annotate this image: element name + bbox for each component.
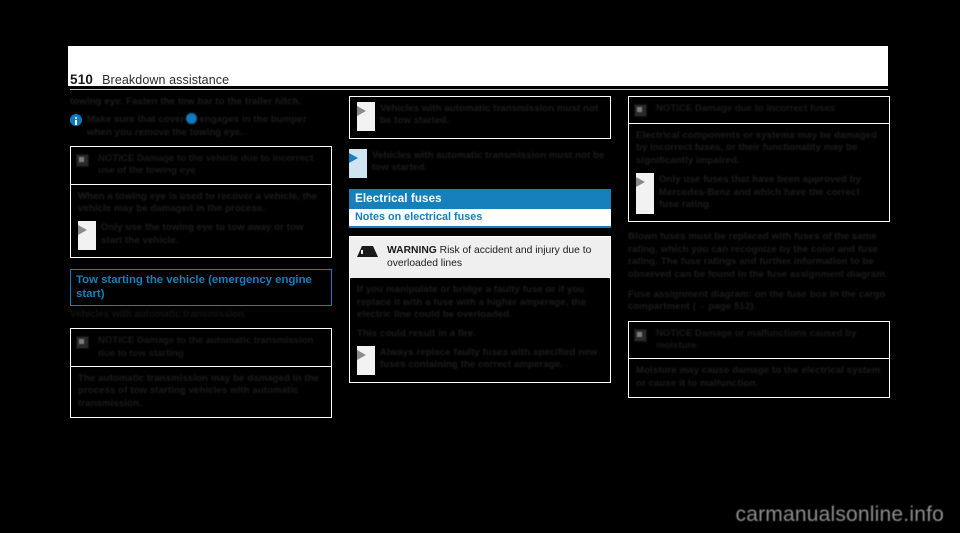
notice-body: Vehicles with automatic transmission mus… — [350, 97, 610, 138]
notice-icon — [634, 328, 647, 342]
site-watermark: carmanualsonline.info — [735, 503, 944, 526]
warning-box: WARNING Risk of accident and injury due … — [349, 235, 611, 383]
notice-header: NOTICE Damage to the vehicle due to inco… — [71, 147, 331, 185]
notice-header: NOTICE Damage or malfunctions caused by … — [629, 322, 889, 360]
notice-continued: Vehicles with automatic transmission mus… — [349, 96, 611, 139]
bullet-marker-pad — [356, 102, 376, 131]
notice-icon — [634, 104, 647, 117]
warning-triangle-icon — [357, 245, 378, 257]
continued-paragraph: towing eye. Fasten the tow bar to the tr… — [70, 96, 302, 107]
triangle-bullet-icon — [356, 350, 376, 361]
triangle-bullet-icon — [356, 106, 376, 116]
notice-label: NOTICE — [656, 103, 693, 114]
notice-title: NOTICE Damage to the vehicle due to inco… — [98, 153, 324, 177]
notice-towing-eye: NOTICE Damage to the vehicle due to inco… — [70, 146, 332, 259]
notice-title: NOTICE Damage to the automatic transmiss… — [98, 335, 324, 359]
notice-bullet-text: Vehicles with automatic transmission mus… — [380, 103, 599, 127]
triangle-bullet-icon — [348, 152, 368, 163]
triangle-bullet-icon — [77, 225, 97, 236]
warning-label: WARNING — [387, 244, 437, 256]
notice-body-text: The automatic transmission may be damage… — [78, 372, 319, 409]
middle-column: Vehicles with automatic transmission mus… — [348, 96, 611, 476]
subheading-automatic-transmission: Vehicles with automatic transmission — [70, 309, 245, 321]
subheading-notes-on-fuses: Notes on electrical fuses — [349, 208, 611, 228]
notice-body: Electrical components or systems may be … — [629, 124, 889, 221]
paragraph-blown-fuses: Blown fuses must be replaced with fuses … — [628, 231, 888, 280]
bullet-marker-pad — [77, 221, 97, 251]
triangle-bullet-icon — [635, 177, 655, 188]
notice-bullet-text: Only use the towing eye to tow away or t… — [101, 222, 304, 246]
notice-header: NOTICE Damage to the automatic transmiss… — [71, 329, 331, 367]
warning-body-text-1: If you manipulate or bridge a faulty fus… — [357, 284, 586, 321]
warning-title: WARNING Risk of accident and injury due … — [387, 244, 602, 271]
notice-bullet-row: Vehicles with automatic transmission mus… — [356, 102, 603, 131]
notice-body-text: Electrical components or systems may be … — [636, 130, 877, 166]
notice-header: NOTICE Damage due to incorrect fuses — [629, 97, 889, 124]
info-note-pre: Make sure that cover — [87, 114, 185, 126]
bullet-marker-pad — [356, 346, 376, 375]
notice-label: NOTICE — [656, 327, 693, 339]
info-icon — [70, 114, 82, 127]
notice-body: The automatic transmission may be damage… — [71, 367, 331, 417]
notice-bullet-row: Only use the towing eye to tow away or t… — [77, 221, 324, 251]
notice-icon — [76, 336, 89, 350]
cover-symbol-icon — [186, 113, 198, 125]
notice-tow-start: NOTICE Damage to the automatic transmiss… — [70, 328, 332, 419]
notice-moisture: NOTICE Damage or malfunctions caused by … — [628, 320, 890, 399]
warning-bullet-text: Always replace faulty fuses with specifi… — [380, 347, 598, 371]
content-columns: towing eye. Fasten the tow bar to the tr… — [70, 96, 890, 476]
blue-bullet-text: Vehicles with automatic transmission mus… — [372, 149, 605, 174]
notice-body-text: Moisture may cause damage to the electri… — [636, 365, 881, 389]
heading-tow-starting: Tow starting the vehicle (emergency engi… — [70, 269, 332, 307]
info-note-text: Make sure that cover engages in the bumpe… — [87, 113, 332, 139]
notice-title: NOTICE Damage or malfunctions caused by … — [656, 328, 882, 352]
bullet-marker-pad — [348, 148, 368, 178]
warning-bullet-row: Always replace faulty fuses with specifi… — [356, 346, 603, 375]
notice-label: NOTICE — [98, 153, 135, 165]
notice-body: Moisture may cause damage to the electri… — [629, 359, 889, 397]
left-column: towing eye. Fasten the tow bar to the tr… — [70, 96, 332, 476]
page-header: 510 Breakdown assistance — [70, 68, 888, 90]
page-number: 510 — [70, 72, 94, 87]
blue-bullet-row: Vehicles with automatic transmission mus… — [348, 148, 611, 178]
warning-body: If you manipulate or bridge a faulty fus… — [350, 278, 610, 381]
notice-body-text: When a towing eye is used to recover a v… — [78, 190, 318, 215]
info-note: Make sure that cover engages in the bumpe… — [70, 113, 332, 139]
notice-bullet-text: Only use fuses that have been approved b… — [659, 174, 861, 211]
chapter-title: Breakdown assistance — [102, 73, 230, 87]
warning-header: WARNING Risk of accident and injury due … — [350, 236, 610, 279]
notice-title-text: Damage due to incorrect fuses — [694, 103, 836, 114]
bullet-marker-pad — [635, 173, 655, 215]
right-column: NOTICE Damage due to incorrect fuses Ele… — [628, 96, 890, 476]
notice-title: NOTICE Damage due to incorrect fuses — [656, 103, 835, 115]
notice-body: When a towing eye is used to recover a v… — [71, 185, 331, 258]
heading-electrical-fuses: Electrical fuses — [349, 188, 611, 209]
notice-label: NOTICE — [98, 335, 135, 347]
manual-page: 510 Breakdown assistance towing eye. Fas… — [0, 0, 960, 533]
notice-incorrect-fuses: NOTICE Damage due to incorrect fuses Ele… — [628, 96, 890, 223]
notice-bullet-row: Only use fuses that have been approved b… — [635, 173, 882, 215]
paragraph-fuse-diagram: Fuse assignment diagram: on the fuse box… — [628, 289, 886, 313]
warning-body-text-2: This could result in a fire. — [357, 327, 477, 339]
notice-icon — [76, 154, 89, 168]
